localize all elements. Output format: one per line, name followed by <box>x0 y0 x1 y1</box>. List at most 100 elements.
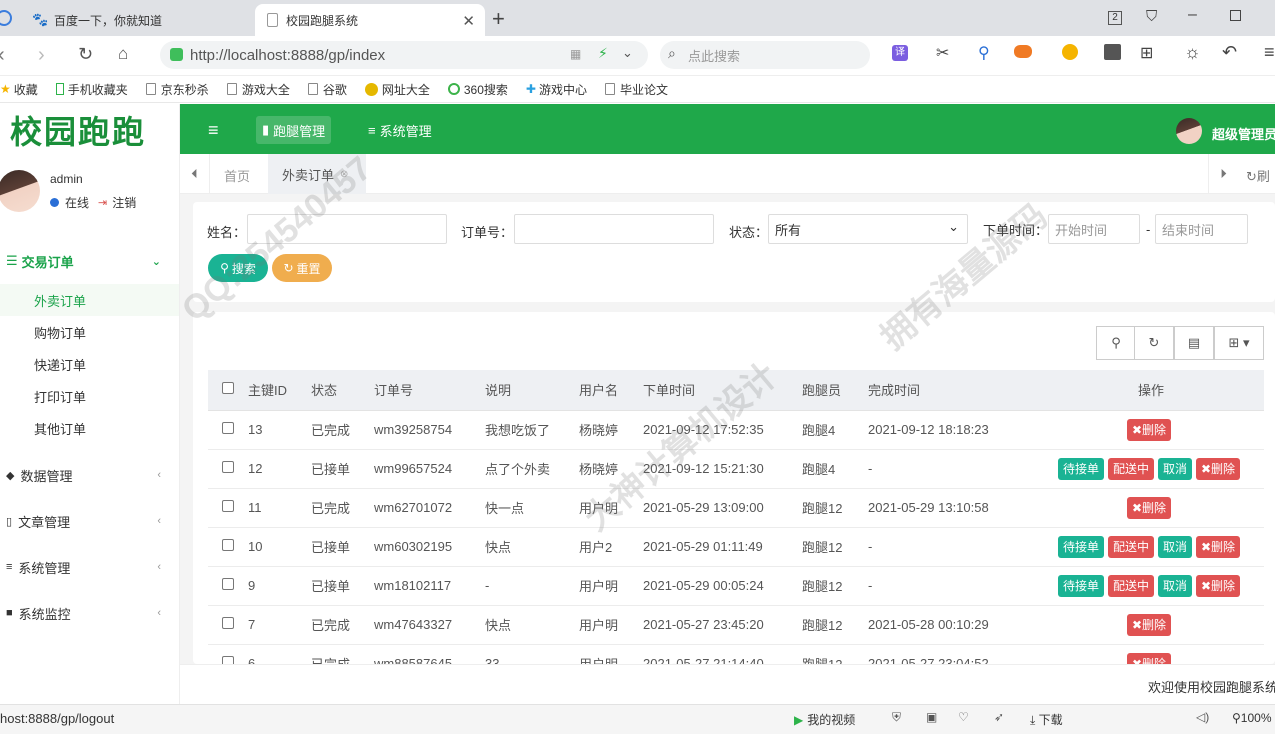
tab-home[interactable]: 首页 <box>224 166 250 185</box>
col-status[interactable]: 状态 <box>311 370 374 411</box>
table-refresh-icon[interactable]: ↻ <box>1134 326 1174 360</box>
pending-button[interactable]: 待接单 <box>1057 457 1104 480</box>
back-icon[interactable]: ‹ <box>0 44 5 67</box>
menu-icon[interactable]: ≡ <box>1264 42 1275 63</box>
browser-tab-baidu[interactable]: 🐾 百度一下，你就知道 <box>20 4 255 36</box>
forward-icon[interactable]: › <box>38 44 45 67</box>
tab-count-badge[interactable]: 2 <box>1108 11 1122 25</box>
lightning-icon[interactable]: ⚡ <box>598 45 608 62</box>
end-time-input[interactable]: 结束时间 <box>1155 214 1248 244</box>
table-columns-icon[interactable]: ▤ <box>1174 326 1214 360</box>
book-icon[interactable] <box>1104 44 1121 60</box>
cancel-button[interactable]: 取消 <box>1157 535 1192 558</box>
restore-icon[interactable] <box>1230 10 1241 21</box>
game-icon[interactable] <box>1014 45 1032 58</box>
row-checkbox[interactable] <box>208 566 248 606</box>
name-input[interactable] <box>247 214 447 244</box>
delete-button[interactable]: ✖删除 <box>1126 418 1172 441</box>
image-icon[interactable]: ▣ <box>926 710 937 724</box>
tab-takeout-orders[interactable]: 外卖订单 ⊗ <box>268 154 366 194</box>
delete-button[interactable]: ✖删除 <box>1195 535 1241 558</box>
bookmark-item[interactable]: 手机收藏夹 <box>55 81 128 98</box>
reload-icon[interactable]: ↻ <box>78 44 93 65</box>
sidebar-item-article[interactable]: ▯ 文章管理 ‹ <box>0 498 179 544</box>
logout-link[interactable]: ⇥ 注销 <box>98 194 136 211</box>
table-grid-icon[interactable]: ⊞ ▾ <box>1214 326 1264 360</box>
pending-button[interactable]: 待接单 <box>1057 574 1104 597</box>
delete-button[interactable]: ✖删除 <box>1195 457 1241 480</box>
tab-scroll-right-icon[interactable]: ⏵ <box>1208 154 1238 194</box>
browser-search-input[interactable]: ⌕ 点此搜索 <box>660 41 870 69</box>
row-checkbox[interactable] <box>208 449 248 489</box>
bookmark-item[interactable]: 360搜索 <box>447 81 508 98</box>
col-runner[interactable]: 跑腿员 <box>802 370 868 411</box>
qr-icon[interactable]: ▦ <box>570 47 581 61</box>
bookmark-item[interactable]: 毕业论文 <box>604 81 668 98</box>
nav-errand-management[interactable]: ▮ 跑腿管理 <box>256 116 332 144</box>
sidebar-item-other[interactable]: 其他订单 <box>0 412 179 444</box>
row-checkbox[interactable] <box>208 605 248 645</box>
search-button[interactable]: ⚲ 搜索 <box>208 254 268 282</box>
reset-button[interactable]: ↻ 重置 <box>272 254 332 282</box>
col-time[interactable]: 下单时间 <box>643 370 802 411</box>
sidebar-item-monitor[interactable]: ■ 系统监控 ‹ <box>0 590 179 636</box>
close-tab-icon[interactable]: ✕ <box>462 12 475 30</box>
zoom-level[interactable]: ⚲100% <box>1232 711 1272 725</box>
delivering-button[interactable]: 配送中 <box>1107 457 1154 480</box>
my-video-button[interactable]: ▶ 我的视频 <box>794 711 855 728</box>
col-done[interactable]: 完成时间 <box>868 370 1038 411</box>
browser-logo-icon[interactable] <box>0 10 12 26</box>
col-id[interactable]: 主键ID <box>248 370 311 411</box>
row-checkbox[interactable] <box>208 410 248 450</box>
admin-name[interactable]: 超级管理员 <box>1212 124 1275 143</box>
delivering-button[interactable]: 配送中 <box>1107 574 1154 597</box>
delete-button[interactable]: ✖删除 <box>1126 652 1172 664</box>
sound-icon[interactable]: ◁) <box>1196 710 1209 724</box>
shirt-icon[interactable]: ⛉ <box>1146 8 1157 25</box>
row-checkbox[interactable] <box>208 527 248 567</box>
delete-button[interactable]: ✖删除 <box>1126 613 1172 636</box>
magnifier-icon[interactable]: ⚲ <box>978 43 990 63</box>
url-input[interactable]: http://localhost:8888/gp/index ▦ ⚡ ⌄ <box>160 41 648 69</box>
nav-system-management[interactable]: ≡ 系统管理 <box>362 116 438 144</box>
sun-icon[interactable]: ☼ <box>1184 42 1201 63</box>
heart-icon[interactable]: ♡ <box>958 710 969 724</box>
sidebar-item-express[interactable]: 快递订单 <box>0 348 179 380</box>
col-desc[interactable]: 说明 <box>485 370 579 411</box>
close-tab-icon[interactable]: ⊗ <box>340 169 348 180</box>
bookmark-item[interactable]: ✚ 游戏中心 <box>526 81 587 98</box>
pending-button[interactable]: 待接单 <box>1057 535 1104 558</box>
minimize-icon[interactable]: – <box>1188 6 1197 24</box>
row-checkbox[interactable] <box>208 644 248 664</box>
tab-scroll-left-icon[interactable]: ⏴ <box>180 154 210 194</box>
delivering-button[interactable]: 配送中 <box>1107 535 1154 558</box>
home-icon[interactable]: ⌂ <box>118 44 128 64</box>
bookmark-favorites[interactable]: ★ 收藏 <box>0 81 38 98</box>
start-time-input[interactable]: 开始时间 <box>1048 214 1140 244</box>
scissors-icon[interactable]: ✂ <box>936 43 949 63</box>
status-select[interactable]: 所有 ⌄ <box>768 214 968 244</box>
undo-icon[interactable]: ↶ <box>1222 42 1237 63</box>
admin-avatar[interactable] <box>1176 118 1202 144</box>
refresh-tab-button[interactable]: ↻刷 <box>1246 166 1270 185</box>
apps-grid-icon[interactable]: ⊞ <box>1140 43 1153 63</box>
col-order[interactable]: 订单号 <box>374 370 485 411</box>
delete-button[interactable]: ✖删除 <box>1126 496 1172 519</box>
delete-button[interactable]: ✖删除 <box>1195 574 1241 597</box>
bookmark-item[interactable]: 京东秒杀 <box>145 81 209 98</box>
shield-icon[interactable]: ⛨ <box>892 710 901 725</box>
sidebar-item-system[interactable]: ≡ 系统管理 ‹ <box>0 544 179 590</box>
download-button[interactable]: ⤓ 下载 <box>1030 711 1063 728</box>
sidebar-item-print[interactable]: 打印订单 <box>0 380 179 412</box>
bookmark-item[interactable]: 谷歌 <box>307 81 347 98</box>
cancel-button[interactable]: 取消 <box>1157 457 1192 480</box>
row-checkbox[interactable] <box>208 488 248 528</box>
sidebar-item-takeout[interactable]: 外卖订单 <box>0 284 179 316</box>
new-tab-button[interactable]: + <box>492 6 505 32</box>
sidebar-item-shopping[interactable]: 购物订单 <box>0 316 179 348</box>
col-user[interactable]: 用户名 <box>579 370 643 411</box>
select-all-checkbox[interactable] <box>208 370 248 411</box>
cancel-button[interactable]: 取消 <box>1157 574 1192 597</box>
menu-toggle-button[interactable]: ≡ <box>202 116 225 144</box>
sidebar-item-data[interactable]: ◆ 数据管理 ‹ <box>0 452 179 498</box>
